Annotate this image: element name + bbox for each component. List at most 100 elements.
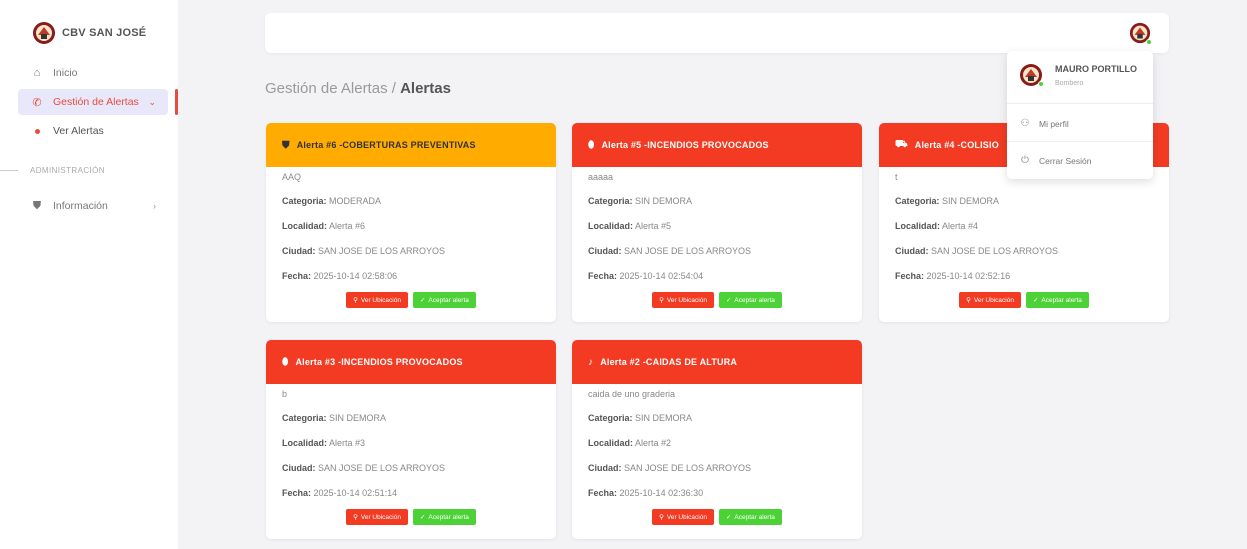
sidebar-item-label: Inicio [53, 67, 78, 79]
user-icon: ⚇ [1020, 118, 1030, 129]
categoria-value: SIN DEMORA [329, 413, 387, 423]
fecha-value: 2025-10-14 02:36:30 [619, 488, 704, 498]
cerrar-sesion-menu-item[interactable]: ⏻ Cerrar Sesión [1019, 155, 1091, 166]
alert-actions: ⚲ Ver Ubicación ✓ Aceptar alerta [572, 292, 862, 322]
shield-icon: ⛊ [32, 199, 42, 212]
alert-card-header: ⛊ Alerta #6 -COBERTURAS PREVENTIVAS [266, 123, 556, 167]
alert-description: caida de uno graderia [588, 389, 676, 399]
fecha-value: 2025-10-14 02:51:14 [313, 488, 398, 498]
sidebar-item-label: Información [53, 200, 108, 212]
alert-card-body: aaaaa Categoria: SIN DEMORA Localidad: A… [572, 167, 862, 289]
firefighter-logo-icon [33, 22, 55, 44]
fire-icon: ⬮ [282, 356, 289, 368]
home-icon: ⌂ [33, 67, 41, 79]
localidad-label: Localidad: [895, 221, 941, 231]
alert-card: ⬮ Alerta #3 -INCENDIOS PROVOCADOS b Cate… [266, 340, 556, 539]
divider [1007, 141, 1153, 142]
car-crash-icon: ⛟ [895, 138, 908, 150]
check-icon: ✓ [725, 514, 732, 521]
alert-title: Alerta #6 -COBERTURAS PREVENTIVAS [296, 140, 476, 150]
sidebar-item-label: Gestión de Alertas [53, 96, 139, 108]
localidad-value: Alerta #3 [329, 438, 366, 448]
alert-card-header: ⬮ Alerta #5 -INCENDIOS PROVOCADOS [572, 123, 862, 167]
localidad-value: Alerta #6 [329, 221, 366, 231]
ver-ubicacion-button[interactable]: ⚲ Ver Ubicación [346, 509, 408, 525]
alert-card: ⬮ Alerta #5 -INCENDIOS PROVOCADOS aaaaa … [572, 123, 862, 322]
check-icon: ✓ [419, 514, 426, 521]
check-icon: ✓ [1032, 297, 1039, 304]
topbar [265, 13, 1169, 53]
check-icon: ✓ [725, 297, 732, 304]
fecha-label: Fecha: [282, 488, 312, 498]
brand-name: CBV SAN JOSÉ [62, 27, 147, 39]
mi-perfil-menu-item[interactable]: ⚇ Mi perfil [1019, 118, 1069, 129]
ciudad-value: SAN JOSE DE LOS ARROYOS [624, 463, 752, 473]
alert-title: Alerta #2 -CAIDAS DE ALTURA [600, 357, 738, 367]
categoria-label: Categoria: [588, 413, 633, 423]
alert-card-body: caida de uno graderia Categoria: SIN DEM… [572, 384, 862, 506]
sidebar-item-gestion-alertas[interactable]: ✆ Gestión de Alertas ⌄ [18, 89, 168, 115]
aceptar-alerta-button[interactable]: ✓ Aceptar alerta [1025, 292, 1089, 308]
fecha-label: Fecha: [282, 271, 312, 281]
bell-icon: ♪ [588, 356, 594, 368]
sidebar: CBV SAN JOSÉ ⌂ Inicio ✆ Gestión de Alert… [0, 0, 178, 549]
alert-actions: ⚲ Ver Ubicación ✓ Aceptar alerta [266, 509, 556, 539]
fecha-value: 2025-10-14 02:58:06 [313, 271, 398, 281]
localidad-label: Localidad: [282, 221, 328, 231]
aceptar-alerta-button[interactable]: ✓ Aceptar alerta [412, 509, 476, 525]
sidebar-item-inicio[interactable]: ⌂ Inicio [18, 60, 168, 86]
online-status-dot [1146, 39, 1152, 45]
localidad-label: Localidad: [588, 438, 634, 448]
localidad-value: Alerta #2 [635, 438, 672, 448]
breadcrumb-current: Alertas [400, 80, 451, 97]
fire-icon: ⬮ [588, 139, 595, 151]
alert-card-body: t Categoria: SIN DEMORA Localidad: Alert… [879, 167, 1169, 289]
categoria-label: Categoria: [282, 196, 327, 206]
map-pin-icon: ⚲ [659, 297, 664, 304]
map-pin-icon: ⚲ [353, 297, 358, 304]
user-dropdown-menu: MAURO PORTILLO Bombero ⚇ Mi perfil ⏻ Cer… [1007, 51, 1153, 179]
aceptar-alerta-button[interactable]: ✓ Aceptar alerta [718, 509, 782, 525]
alert-actions: ⚲ Ver Ubicación ✓ Aceptar alerta [572, 509, 862, 539]
ver-ubicacion-button[interactable]: ⚲ Ver Ubicación [652, 509, 714, 525]
breadcrumb: Gestión de Alertas / Alertas [265, 80, 451, 97]
alert-card-body: AAQ Categoria: MODERADA Localidad: Alert… [266, 167, 556, 289]
alert-description: aaaaa [588, 172, 614, 182]
ver-ubicacion-button[interactable]: ⚲ Ver Ubicación [959, 292, 1021, 308]
online-status-dot [1038, 81, 1044, 87]
categoria-value: SIN DEMORA [635, 413, 693, 423]
dropdown-user-name: MAURO PORTILLO [1055, 64, 1137, 74]
categoria-value: MODERADA [329, 196, 382, 206]
aceptar-alerta-button[interactable]: ✓ Aceptar alerta [718, 292, 782, 308]
sidebar-item-informacion[interactable]: ⛊ Información › [18, 193, 168, 219]
alert-card-body: b Categoria: SIN DEMORA Localidad: Alert… [266, 384, 556, 506]
ver-ubicacion-button[interactable]: ⚲ Ver Ubicación [652, 292, 714, 308]
chevron-right-icon: › [153, 201, 156, 211]
categoria-label: Categoria: [282, 413, 327, 423]
chevron-down-icon: ⌄ [148, 96, 156, 107]
active-indicator [175, 89, 178, 115]
fecha-value: 2025-10-14 02:54:04 [619, 271, 704, 281]
alert-description: b [282, 389, 288, 399]
sidebar-item-ver-alertas[interactable]: Ver Alertas [18, 118, 168, 144]
divider [1007, 103, 1153, 104]
aceptar-alerta-button[interactable]: ✓ Aceptar alerta [412, 292, 476, 308]
localidad-value: Alerta #4 [942, 221, 979, 231]
map-pin-icon: ⚲ [659, 514, 664, 521]
alert-card: ⛊ Alerta #6 -COBERTURAS PREVENTIVAS AAQ … [266, 123, 556, 322]
map-pin-icon: ⚲ [353, 514, 358, 521]
categoria-value: SIN DEMORA [942, 196, 1000, 206]
ciudad-value: SAN JOSE DE LOS ARROYOS [318, 463, 446, 473]
ciudad-label: Ciudad: [588, 463, 622, 473]
ciudad-value: SAN JOSE DE LOS ARROYOS [318, 246, 446, 256]
ciudad-label: Ciudad: [282, 463, 316, 473]
alert-card-header: ⬮ Alerta #3 -INCENDIOS PROVOCADOS [266, 340, 556, 384]
map-pin-icon: ⚲ [966, 297, 971, 304]
fecha-label: Fecha: [588, 488, 618, 498]
brand[interactable]: CBV SAN JOSÉ [32, 21, 146, 45]
dropdown-user-role: Bombero [1055, 80, 1084, 87]
power-icon: ⏻ [1021, 155, 1029, 166]
ver-ubicacion-button[interactable]: ⚲ Ver Ubicación [346, 292, 408, 308]
breadcrumb-parent[interactable]: Gestión de Alertas / [265, 80, 400, 97]
user-avatar-button[interactable] [1129, 22, 1152, 45]
